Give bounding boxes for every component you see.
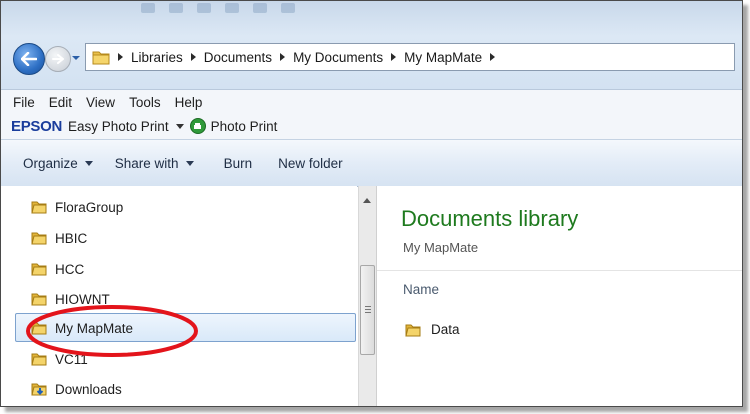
- scroll-thumb[interactable]: [360, 265, 375, 355]
- header-divider: [377, 270, 742, 271]
- back-button[interactable]: [13, 43, 45, 75]
- breadcrumb-separator[interactable]: [490, 53, 496, 61]
- back-arrow-icon: [21, 52, 37, 66]
- library-subtitle: My MapMate: [403, 240, 479, 255]
- navigation-pane: FloraGroup HBIC HCC HIOWNT My MapMate VC…: [1, 186, 357, 406]
- menu-edit[interactable]: Edit: [49, 95, 72, 110]
- tree-item-hbic[interactable]: HBIC: [31, 227, 87, 249]
- tree-item-label: Downloads: [55, 381, 122, 397]
- breadcrumb-separator[interactable]: [280, 53, 286, 61]
- address-box[interactable]: Libraries Documents My Documents My MapM…: [85, 43, 735, 71]
- tree-item-hiownt[interactable]: HIOWNT: [31, 288, 110, 310]
- tree-item-hcc[interactable]: HCC: [31, 258, 84, 280]
- tree-item-label: HIOWNT: [55, 291, 110, 307]
- faded-toolbar: [141, 1, 381, 13]
- folder-icon: [92, 51, 110, 65]
- tree-item-label: VC11: [55, 351, 88, 367]
- explorer-window: Libraries Documents My Documents My MapM…: [0, 0, 743, 407]
- menu-tools[interactable]: Tools: [129, 95, 161, 110]
- tree-item-downloads[interactable]: Downloads: [31, 378, 122, 400]
- grip-line: [365, 306, 371, 307]
- tree-item-label: HBIC: [55, 230, 88, 246]
- folder-icon: [31, 353, 47, 366]
- breadcrumb-separator[interactable]: [391, 53, 397, 61]
- tree-item-floragroup[interactable]: FloraGroup: [31, 196, 123, 218]
- menu-file[interactable]: File: [13, 95, 35, 110]
- new-folder-button[interactable]: New folder: [278, 156, 343, 171]
- breadcrumb-separator[interactable]: [118, 53, 123, 61]
- tree-item-my-mapmate[interactable]: My MapMate: [31, 317, 133, 339]
- folder-icon: [31, 263, 47, 276]
- column-header-name[interactable]: Name: [403, 282, 439, 297]
- easy-photo-print-dropdown-icon[interactable]: [175, 123, 184, 129]
- organize-button[interactable]: Organize: [23, 156, 93, 171]
- library-title: Documents library: [401, 206, 579, 231]
- content-pane: Documents library My MapMate Name Data: [377, 186, 742, 406]
- menu-bar: File Edit View Tools Help: [1, 89, 742, 114]
- forward-button[interactable]: [45, 46, 71, 72]
- recent-pages-dropdown-icon[interactable]: [70, 53, 82, 63]
- grip-line: [365, 312, 371, 313]
- downloads-folder-icon: [31, 383, 47, 396]
- burn-button[interactable]: Burn: [224, 156, 253, 171]
- easy-photo-print-button[interactable]: Easy Photo Print: [68, 119, 169, 134]
- breadcrumb-my-mapmate[interactable]: My MapMate: [404, 50, 482, 65]
- breadcrumb-my-documents[interactable]: My Documents: [293, 50, 383, 65]
- photo-print-button[interactable]: Photo Print: [211, 119, 278, 134]
- address-bar-region: Libraries Documents My Documents My MapM…: [1, 1, 742, 89]
- tree-item-label: HCC: [55, 261, 85, 277]
- folder-icon: [31, 201, 47, 214]
- chevron-down-icon: [185, 160, 194, 166]
- menu-help[interactable]: Help: [175, 95, 203, 110]
- command-bar: Organize Share with Burn New folder: [1, 139, 742, 187]
- file-item-label: Data: [431, 322, 460, 337]
- photo-print-icon[interactable]: [189, 118, 206, 134]
- tree-item-vc11[interactable]: VC11: [31, 348, 88, 370]
- folder-icon: [31, 232, 47, 245]
- share-with-button[interactable]: Share with: [115, 156, 194, 171]
- epson-logo: EPSON: [11, 117, 63, 135]
- forward-arrow-icon: [52, 54, 64, 64]
- epson-toolbar: EPSON Easy Photo Print Photo Print: [1, 113, 742, 139]
- chevron-down-icon: [84, 160, 93, 166]
- menu-view[interactable]: View: [86, 95, 115, 110]
- tree-item-label: My MapMate: [55, 320, 134, 336]
- folder-icon: [31, 322, 47, 335]
- scroll-up-arrow-icon[interactable]: [363, 198, 371, 203]
- tree-item-label: FloraGroup: [55, 199, 124, 215]
- breadcrumb-documents[interactable]: Documents: [204, 50, 272, 65]
- breadcrumb-libraries[interactable]: Libraries: [131, 50, 183, 65]
- file-item-data[interactable]: Data: [405, 322, 460, 337]
- folder-icon: [31, 293, 47, 306]
- organize-label: Organize: [23, 155, 78, 171]
- share-with-label: Share with: [114, 155, 179, 171]
- breadcrumb-separator[interactable]: [190, 53, 196, 61]
- grip-line: [365, 309, 371, 310]
- navigation-scrollbar[interactable]: [358, 186, 377, 406]
- folder-icon: [405, 324, 421, 336]
